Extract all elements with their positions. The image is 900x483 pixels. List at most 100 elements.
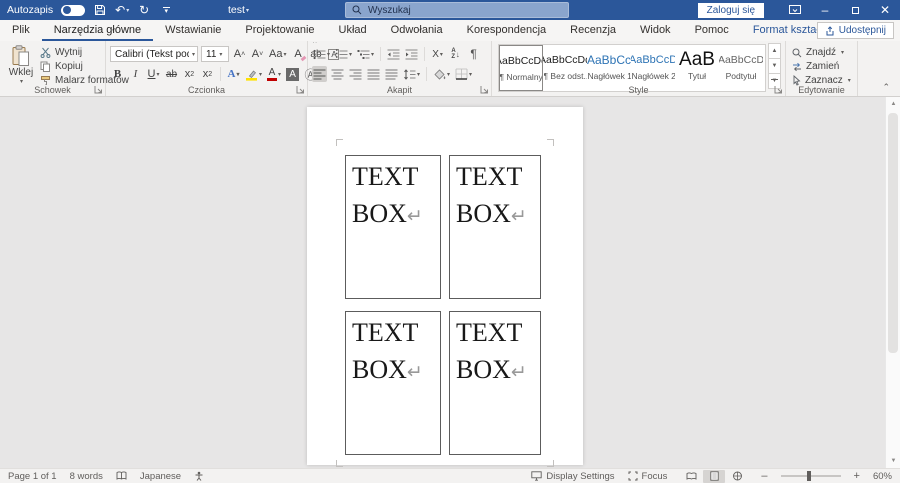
scroll-down-icon[interactable]: ▼ <box>886 454 900 468</box>
tab-recenzja[interactable]: Recenzja <box>558 20 628 41</box>
text-effects-button[interactable]: A ▾ <box>226 66 241 82</box>
line-break-mark: ↵ <box>510 360 527 383</box>
eraser-icon <box>301 55 307 62</box>
maximize-icon[interactable] <box>840 0 870 20</box>
search-input[interactable] <box>368 4 538 16</box>
align-left-button[interactable] <box>312 66 327 82</box>
document-area: TEXT BOX↵ TEXT BOX↵ TEXT BOX↵ TEXT BOX↵ … <box>0 97 900 468</box>
font-dialog-launcher[interactable] <box>296 85 305 94</box>
borders-icon <box>455 68 468 80</box>
page-indicator[interactable]: Page 1 of 1 <box>8 471 57 482</box>
proofing-icon[interactable] <box>116 471 127 481</box>
decrease-indent-button[interactable] <box>386 46 401 62</box>
read-mode-button[interactable] <box>680 470 702 483</box>
character-shading-button[interactable]: A <box>285 66 300 82</box>
font-size-select[interactable]: 11 ▾ <box>201 46 229 62</box>
tab-pomoc[interactable]: Pomoc <box>683 20 741 41</box>
customize-qat-icon[interactable]: ▾ <box>159 0 173 20</box>
scroll-up-icon[interactable]: ▲ <box>886 97 900 111</box>
text-box-4[interactable]: TEXT BOX↵ <box>449 311 541 455</box>
document-page[interactable]: TEXT BOX↵ TEXT BOX↵ TEXT BOX↵ TEXT BOX↵ <box>307 107 583 467</box>
paint-bucket-icon <box>434 69 446 80</box>
paragraph-group-label: Akapit <box>386 85 412 95</box>
autosave-toggle[interactable] <box>61 4 86 16</box>
word-count[interactable]: 8 words <box>70 471 103 482</box>
find-button[interactable]: Znajdź ▾ <box>792 47 844 58</box>
ribbon-tab-bar: Plik Narzędzia główne Wstawianie Projekt… <box>0 20 900 41</box>
tab-uklad[interactable]: Układ <box>327 20 379 41</box>
sign-in-button[interactable]: Zaloguj się <box>697 2 764 18</box>
styles-scroll-down-icon[interactable]: ▼ <box>768 58 781 74</box>
editing-group-label: Edytowanie <box>798 85 845 95</box>
font-color-button[interactable]: A ▾ <box>266 66 282 82</box>
copy-button[interactable]: Kopiuj <box>40 61 83 72</box>
vertical-scrollbar[interactable]: ▲ ▼ <box>885 97 900 468</box>
text-box-3[interactable]: TEXT BOX↵ <box>345 311 441 455</box>
bold-button[interactable]: B <box>110 66 125 82</box>
tab-narzedzia-glowne[interactable]: Narzędzia główne <box>41 20 154 41</box>
close-icon[interactable]: ✕ <box>870 0 900 20</box>
language-indicator[interactable]: Japanese <box>140 471 181 482</box>
tab-wstawianie[interactable]: Wstawianie <box>153 20 233 41</box>
tab-projektowanie[interactable]: Projektowanie <box>233 20 326 41</box>
styles-dialog-launcher[interactable] <box>774 85 783 94</box>
numbering-button[interactable]: ▾ <box>334 46 353 62</box>
superscript-button[interactable]: x2 <box>200 66 215 82</box>
undo-icon[interactable]: ↶ ▾ <box>115 0 129 20</box>
zoom-slider-thumb[interactable] <box>806 471 811 481</box>
line-spacing-button[interactable]: ▾ <box>402 66 421 82</box>
tab-widok[interactable]: Widok <box>628 20 683 41</box>
asian-layout-button[interactable]: X ▾ <box>430 46 445 62</box>
align-right-button[interactable] <box>348 66 363 82</box>
focus-button[interactable]: Focus <box>628 471 667 482</box>
grow-font-button[interactable]: A ˄ <box>232 46 247 62</box>
display-settings-button[interactable]: Display Settings <box>531 471 615 482</box>
save-icon[interactable] <box>93 0 107 20</box>
italic-button[interactable]: I <box>128 66 143 82</box>
paste-icon <box>12 45 29 66</box>
accessibility-icon[interactable] <box>194 471 204 481</box>
bullets-button[interactable]: ▾ <box>312 46 331 62</box>
redo-icon[interactable]: ↻ <box>137 0 151 20</box>
increase-indent-button[interactable] <box>404 46 419 62</box>
underline-button[interactable]: U ▾ <box>146 66 161 82</box>
borders-button[interactable]: ▾ <box>454 66 473 82</box>
web-layout-button[interactable] <box>726 470 748 483</box>
zoom-level[interactable]: 60% <box>873 471 892 482</box>
styles-scroll-up-icon[interactable]: ▲ <box>768 43 781 59</box>
shrink-font-button[interactable]: A ˅ <box>250 46 265 62</box>
ribbon-display-options-icon[interactable] <box>780 0 810 20</box>
change-case-button[interactable]: Aa ▾ <box>268 46 287 62</box>
clear-formatting-button[interactable]: A <box>290 46 307 62</box>
sort-button[interactable]: AZ ↓ <box>448 46 463 62</box>
distributed-button[interactable] <box>384 66 399 82</box>
search-box[interactable] <box>345 2 569 18</box>
clipboard-dialog-launcher[interactable] <box>94 85 103 94</box>
document-title[interactable]: test ▾ <box>228 0 249 20</box>
align-center-button[interactable] <box>330 66 345 82</box>
strikethrough-button[interactable]: ab <box>164 66 179 82</box>
collapse-ribbon-icon[interactable]: ⌃ <box>882 82 890 93</box>
zoom-out-icon[interactable]: – <box>761 470 767 482</box>
replace-button[interactable]: Zamień <box>792 61 839 72</box>
tab-odwolania[interactable]: Odwołania <box>379 20 455 41</box>
text-box-2[interactable]: TEXT BOX↵ <box>449 155 541 299</box>
cut-button[interactable]: Wytnij <box>40 47 82 58</box>
minimize-icon[interactable]: – <box>810 0 840 20</box>
subscript-button[interactable]: x2 <box>182 66 197 82</box>
zoom-in-icon[interactable]: + <box>854 470 860 482</box>
text-box-1[interactable]: TEXT BOX↵ <box>345 155 441 299</box>
show-formatting-marks-button[interactable]: ¶ <box>466 46 481 62</box>
zoom-slider[interactable] <box>780 471 841 481</box>
scrollbar-thumb[interactable] <box>888 113 898 353</box>
tab-plik[interactable]: Plik <box>0 20 42 41</box>
highlight-button[interactable]: ▾ <box>244 66 263 82</box>
multilevel-list-button[interactable]: ▾ <box>356 46 375 62</box>
tab-korespondencja[interactable]: Korespondencja <box>455 20 559 41</box>
paragraph-dialog-launcher[interactable] <box>480 85 489 94</box>
justify-button[interactable] <box>366 66 381 82</box>
font-name-select[interactable]: Calibri (Tekst pod ▾ <box>110 46 198 62</box>
share-button[interactable]: Udostępnij <box>816 22 894 39</box>
shading-button[interactable]: ▾ <box>432 66 451 82</box>
print-layout-button[interactable] <box>703 469 726 483</box>
